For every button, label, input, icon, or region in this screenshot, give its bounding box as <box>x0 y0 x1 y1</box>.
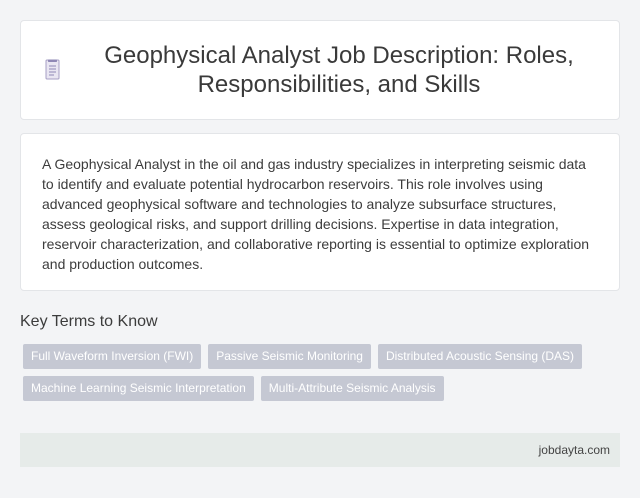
description-card: A Geophysical Analyst in the oil and gas… <box>20 133 620 291</box>
page-title: Geophysical Analyst Job Description: Rol… <box>104 42 574 98</box>
tag-distributed-acoustic-sensing[interactable]: Distributed Acoustic Sensing (DAS) <box>377 344 583 369</box>
footer: jobdayta.com <box>20 433 620 467</box>
key-terms-heading: Key Terms to Know <box>20 313 158 330</box>
footer-site-link[interactable]: jobdayta.com <box>539 443 610 457</box>
title-card: Geophysical Analyst Job Description: Rol… <box>20 20 620 120</box>
tag-multi-attribute-seismic-analysis[interactable]: Multi-Attribute Seismic Analysis <box>260 376 444 401</box>
key-terms-tags: Full Waveform Inversion (FWI) Passive Se… <box>23 344 617 401</box>
page: Geophysical Analyst Job Description: Rol… <box>0 0 640 498</box>
title-row: Geophysical Analyst Job Description: Rol… <box>45 41 595 99</box>
tag-machine-learning-seismic-interpretation[interactable]: Machine Learning Seismic Interpretation <box>23 376 254 401</box>
tag-passive-seismic-monitoring[interactable]: Passive Seismic Monitoring <box>208 344 371 369</box>
tag-full-waveform-inversion[interactable]: Full Waveform Inversion (FWI) <box>23 344 202 369</box>
description-text: A Geophysical Analyst in the oil and gas… <box>42 156 590 272</box>
document-icon <box>45 59 61 81</box>
